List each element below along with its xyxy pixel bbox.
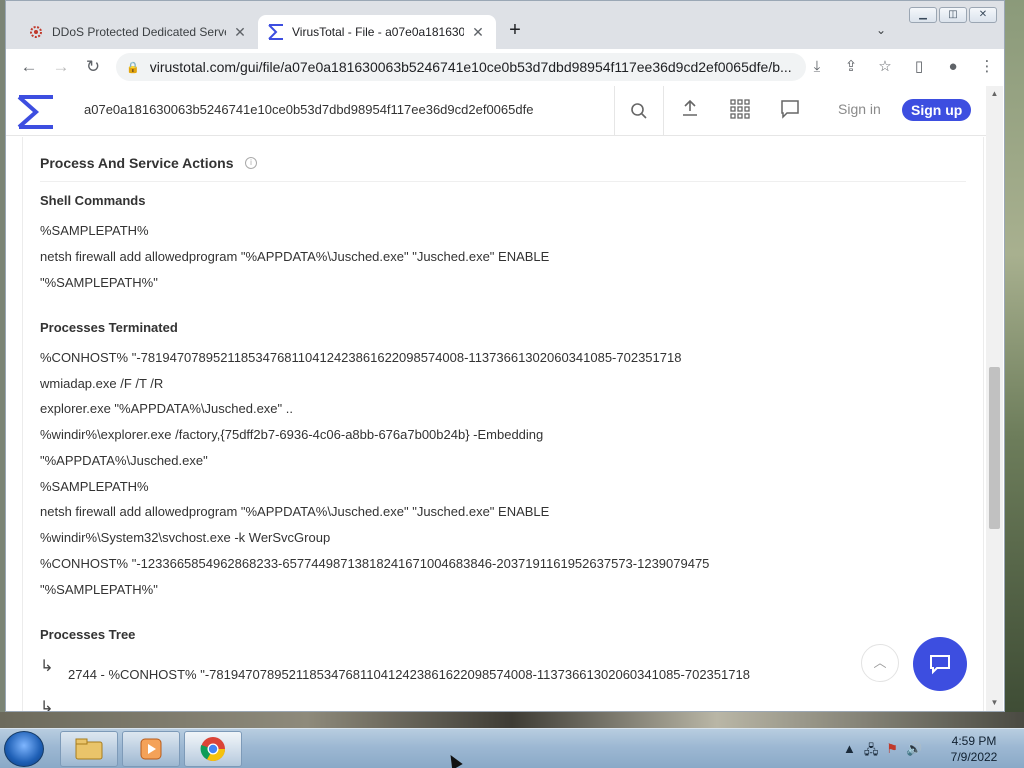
scrollbar-thumb[interactable]	[989, 367, 1000, 529]
page-viewport: a07e0a181630063b5246741e10ce0b53d7dbd989…	[6, 86, 1004, 711]
terminated-process-item: netsh firewall add allowedprogram "%APPD…	[40, 504, 550, 519]
processes-tree-heading: Processes Tree	[40, 627, 136, 642]
close-tab-icon[interactable]: ✕	[470, 24, 486, 41]
terminated-process-item: %windir%\System32\svchost.exe -k WerSvcG…	[40, 530, 331, 545]
explorer-taskbar-icon[interactable]	[60, 731, 118, 767]
minimize-button[interactable]: ▁	[909, 7, 937, 23]
clock-date: 7/9/2022	[950, 750, 998, 764]
clock-time: 4:59 PM	[951, 734, 997, 748]
side-panel-icon[interactable]: ▯	[908, 56, 930, 78]
terminated-process-item: %CONHOST% "-12336658549628682​33-6577449…	[40, 556, 710, 571]
lock-icon: 🔒	[126, 61, 140, 74]
chat-bubble-icon	[930, 655, 950, 675]
volume-icon[interactable]: 🔊	[906, 741, 922, 763]
close-window-button[interactable]: ✕	[969, 7, 997, 23]
chat-support-button[interactable]	[913, 637, 967, 691]
maximize-button[interactable]: ◫	[939, 7, 967, 23]
scroll-up-arrow-icon[interactable]: ▲	[986, 86, 1003, 102]
share-icon[interactable]: ⇪	[840, 56, 862, 78]
terminated-process-item: wmiadap.exe /F /T /R	[40, 376, 164, 391]
terminated-process-item: %CONHOST% "-7819470789521185347681104124…	[40, 350, 682, 365]
address-bar[interactable]: 🔒 virustotal.com/gui/file/a07e0a18163006…	[116, 53, 806, 81]
chat-bubble-icon[interactable]	[778, 99, 802, 123]
chrome-taskbar-icon[interactable]	[184, 731, 242, 767]
browser-toolbar: ← → ↻ 🔒 virustotal.com/gui/file/a07e0a18…	[6, 49, 1004, 85]
network-icon[interactable]: 🖧	[864, 741, 879, 763]
windows-taskbar: ▲ 🖧 ⚑ 🔊 4:59 PM 7/9/2022	[0, 728, 1024, 768]
tab-ddos[interactable]: DDoS Protected Dedicated Serve ✕	[18, 15, 258, 49]
close-tab-icon[interactable]: ✕	[232, 24, 248, 41]
install-app-icon[interactable]: ⤓	[806, 56, 828, 78]
shell-command-item: netsh firewall add allowedprogram "%APPD…	[40, 249, 550, 264]
terminated-process-item: %SAMPLEPATH%	[40, 479, 149, 494]
forward-arrow-icon[interactable]: →	[50, 56, 72, 78]
tab-strip: DDoS Protected Dedicated Serve ✕ VirusTo…	[6, 1, 1004, 49]
info-icon[interactable]: i	[245, 157, 257, 169]
browser-window: DDoS Protected Dedicated Serve ✕ VirusTo…	[5, 0, 1005, 712]
profile-avatar-icon[interactable]: ●	[942, 56, 964, 78]
terminated-process-item: %windir%\explorer.exe /factory,{75dff2b7…	[40, 427, 544, 442]
menu-kebab-icon[interactable]: ⋮	[976, 56, 998, 78]
shell-command-item: "%SAMPLEPATH%"	[40, 275, 158, 290]
processes-terminated-heading: Processes Terminated	[40, 320, 178, 335]
apps-grid-icon[interactable]	[728, 99, 752, 123]
tab-title: VirusTotal - File - a07e0a181630	[292, 25, 464, 39]
reload-icon[interactable]: ↻	[82, 56, 104, 78]
virustotal-header: a07e0a181630063b5246741e10ce0b53d7dbd989…	[6, 86, 986, 136]
search-icon[interactable]	[614, 86, 664, 136]
terminated-process-item: "%APPDATA%\Jusched.exe"	[40, 453, 208, 468]
shell-commands-heading: Shell Commands	[40, 193, 146, 208]
tab-virustotal[interactable]: VirusTotal - File - a07e0a181630 ✕	[258, 15, 496, 49]
terminated-process-item: "%SAMPLEPATH%"	[40, 582, 158, 597]
virustotal-favicon-icon	[268, 24, 284, 40]
upload-icon[interactable]	[678, 99, 702, 123]
bookmark-star-icon[interactable]: ☆	[874, 56, 896, 78]
shell-command-item: %SAMPLEPATH%	[40, 223, 149, 238]
system-tray: ▲ 🖧 ⚑ 🔊	[843, 741, 922, 763]
section-title: Process And Service Actions	[40, 155, 234, 171]
start-button[interactable]	[4, 731, 44, 767]
site-favicon-icon	[28, 24, 44, 40]
process-actions-card: Process And Service Actions i Shell Comm…	[6, 137, 986, 711]
scroll-down-arrow-icon[interactable]: ▼	[986, 695, 1003, 711]
action-center-flag-icon[interactable]: ⚑	[886, 741, 898, 763]
show-hidden-icons-icon[interactable]: ▲	[843, 741, 856, 763]
sign-in-link[interactable]: Sign in	[838, 101, 881, 117]
tab-title: DDoS Protected Dedicated Serve	[52, 25, 226, 39]
tab-search-chevron-icon[interactable]: ⌄	[876, 23, 886, 37]
page-scrollbar[interactable]: ▲ ▼	[986, 86, 1003, 711]
virustotal-logo[interactable]	[16, 94, 56, 130]
process-tree-item: 2744 - %CONHOST% "-781947078952118534768…	[68, 667, 750, 682]
url-text: virustotal.com/gui/file/a07e0a181630063b…	[149, 59, 792, 75]
divider	[40, 181, 966, 182]
search-input[interactable]: a07e0a181630063b5246741e10ce0b53d7dbd989…	[84, 102, 533, 117]
media-player-taskbar-icon[interactable]	[122, 731, 180, 767]
tree-branch-icon: ↳	[40, 699, 54, 711]
scroll-to-top-button[interactable]: ︿	[861, 644, 899, 682]
taskbar-clock[interactable]: 4:59 PM 7/9/2022	[944, 733, 1004, 765]
sign-up-button[interactable]: Sign up	[902, 99, 972, 121]
new-tab-button[interactable]: +	[504, 19, 526, 41]
tree-branch-icon: ↳	[40, 658, 54, 675]
back-arrow-icon[interactable]: ←	[18, 56, 40, 78]
terminated-process-item: explorer.exe "%APPDATA%\Jusched.exe" ..	[40, 401, 293, 416]
